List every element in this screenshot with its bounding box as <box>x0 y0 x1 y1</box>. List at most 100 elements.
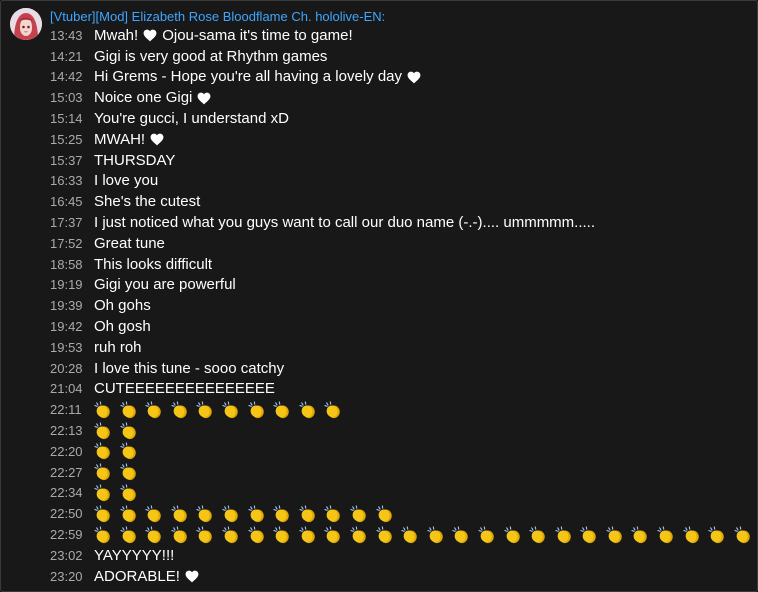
chat-message[interactable]: 17:37 I just noticed what you guys want t… <box>50 212 757 233</box>
emoji-row <box>94 421 145 441</box>
clapping-hands-icon <box>657 525 683 545</box>
message-timestamp: 19:19 <box>50 277 83 293</box>
message-body: YAYYYYY!!! <box>94 546 175 564</box>
chat-message[interactable]: 19:39 Oh gohs <box>50 295 757 316</box>
clapping-hands-icon <box>119 421 146 441</box>
message-text: I just noticed what you guys want to cal… <box>94 214 595 231</box>
message-text: Hi Grems - Hope you're all having a love… <box>94 68 421 85</box>
message-text: YAYYYYY!!! <box>94 547 174 564</box>
avatar-image <box>10 8 42 40</box>
chat-message[interactable]: 21:04 CUTEEEEEEEEEEEEEEE <box>50 379 757 400</box>
message-timestamp: 22:34 <box>50 485 83 501</box>
clapping-hands-icon <box>94 504 120 524</box>
white-heart-icon <box>185 570 199 583</box>
chat-replay-panel: [Vtuber][Mod] Elizabeth Rose Bloodflame … <box>0 0 758 592</box>
message-body: Gigi is very good at Rhythm games <box>94 47 328 65</box>
message-timestamp: 19:39 <box>50 298 83 314</box>
clapping-hands-icon <box>119 525 146 545</box>
emoji-row <box>94 483 145 503</box>
chat-message[interactable]: 14:42 Hi Grems - Hope you're all having a… <box>50 67 757 88</box>
emoji-row <box>94 441 145 461</box>
message-body: She's the cutest <box>94 193 201 211</box>
message-timestamp: 15:14 <box>50 111 83 127</box>
chat-message[interactable]: 16:45 She's the cutest <box>50 191 757 212</box>
clapping-hands-icon <box>299 525 325 545</box>
message-timestamp: 22:59 <box>50 527 83 543</box>
message-timestamp: 22:11 <box>50 402 82 418</box>
clapping-hands-icon <box>171 400 197 420</box>
message-body: This looks difficult <box>94 255 213 273</box>
message-text: Gigi you are powerful <box>94 276 236 293</box>
message-timestamp: 21:04 <box>50 381 83 397</box>
clapping-hands-icon <box>94 421 120 441</box>
chat-message[interactable]: 13:43 Mwah! Ojou-sama it's time to game! <box>50 25 757 46</box>
clapping-hands-icon <box>375 525 402 545</box>
message-text: You're gucci, I understand xD <box>94 110 289 127</box>
message-timestamp: 15:03 <box>50 90 83 106</box>
white-heart-icon <box>197 92 211 105</box>
chat-message[interactable]: 15:14 You're gucci, I understand xD <box>50 108 757 129</box>
clapping-hands-icon <box>196 525 222 545</box>
chat-message[interactable]: 18:58 This looks difficult <box>50 254 757 275</box>
message-body: Noice one Gigi <box>94 89 193 107</box>
message-body: Gigi you are powerful <box>94 276 236 294</box>
chat-message[interactable]: 17:52 Great tune <box>50 233 757 254</box>
clapping-hands-icon <box>119 483 146 503</box>
clapping-hands-icon <box>683 525 709 545</box>
chat-message[interactable]: 22:59 <box>50 524 757 545</box>
chat-message[interactable]: 15:03 Noice one Gigi <box>50 87 757 108</box>
message-timestamp: 16:33 <box>50 173 83 189</box>
emoji-row <box>94 525 758 545</box>
message-timestamp: 17:37 <box>50 215 83 231</box>
chat-message[interactable]: 22:11 <box>50 399 757 420</box>
message-text: ruh roh <box>94 339 142 356</box>
clapping-hands-icon <box>247 525 274 545</box>
clapping-hands-icon <box>555 525 581 545</box>
message-text: CUTEEEEEEEEEEEEEEE <box>94 380 275 397</box>
chat-message[interactable]: 22:13 <box>50 420 757 441</box>
chat-message[interactable]: 22:34 <box>50 483 757 504</box>
clapping-hands-icon <box>222 400 248 420</box>
message-list: 13:43 Mwah! Ojou-sama it's time to game! 14… <box>50 25 757 587</box>
author-name[interactable]: [Vtuber][Mod] Elizabeth Rose Bloodflame … <box>50 8 385 25</box>
message-timestamp: 22:13 <box>50 423 83 439</box>
message-timestamp: 19:53 <box>50 339 83 355</box>
chat-message[interactable]: 19:42 Oh gosh <box>50 316 757 337</box>
message-timestamp: 20:28 <box>50 360 83 376</box>
chat-message[interactable]: 16:33 I love you <box>50 171 757 192</box>
chat-message[interactable]: 22:27 <box>50 462 757 483</box>
chat-message[interactable]: 22:50 <box>50 503 757 524</box>
message-text: Oh gohs <box>94 297 151 314</box>
chat-message[interactable]: 23:02 YAYYYYY!!! <box>50 545 757 566</box>
author-avatar[interactable] <box>10 8 42 40</box>
message-timestamp: 15:37 <box>50 152 83 168</box>
clapping-hands-icon <box>401 525 427 545</box>
clapping-hands-icon <box>94 462 120 482</box>
clapping-hands-icon <box>247 400 274 420</box>
message-body: You're gucci, I understand xD <box>94 110 289 128</box>
message-body: Oh gohs <box>94 297 151 315</box>
message-text: I love you <box>94 172 158 189</box>
chat-message[interactable]: 19:53 ruh roh <box>50 337 757 358</box>
message-timestamp: 16:45 <box>50 194 83 210</box>
clapping-hands-icon <box>196 504 222 524</box>
chat-message[interactable]: 15:25 MWAH! <box>50 129 757 150</box>
clapping-hands-icon <box>427 525 453 545</box>
chat-message[interactable]: 14:21 Gigi is very good at Rhythm games <box>50 46 757 67</box>
message-timestamp: 14:42 <box>50 69 83 85</box>
message-text: ADORABLE! <box>94 568 199 585</box>
message-timestamp: 23:02 <box>50 547 83 563</box>
chat-message[interactable]: 23:20 ADORABLE! <box>50 566 757 587</box>
clapping-hands-icon <box>273 400 299 420</box>
message-body: Great tune <box>94 234 165 252</box>
clapping-hands-icon <box>350 525 376 545</box>
clapping-hands-icon <box>171 525 197 545</box>
clapping-hands-icon <box>299 400 325 420</box>
white-heart-icon <box>150 134 164 146</box>
chat-message[interactable]: 19:19 Gigi you are powerful <box>50 275 757 296</box>
chat-message[interactable]: 22:20 <box>50 441 757 462</box>
clapping-hands-icon <box>631 525 657 545</box>
message-text: Mwah! Ojou-sama it's time to game! <box>94 27 353 44</box>
chat-message[interactable]: 15:37 THURSDAY <box>50 150 757 171</box>
chat-message[interactable]: 20:28 I love this tune - sooo catchy <box>50 358 757 379</box>
